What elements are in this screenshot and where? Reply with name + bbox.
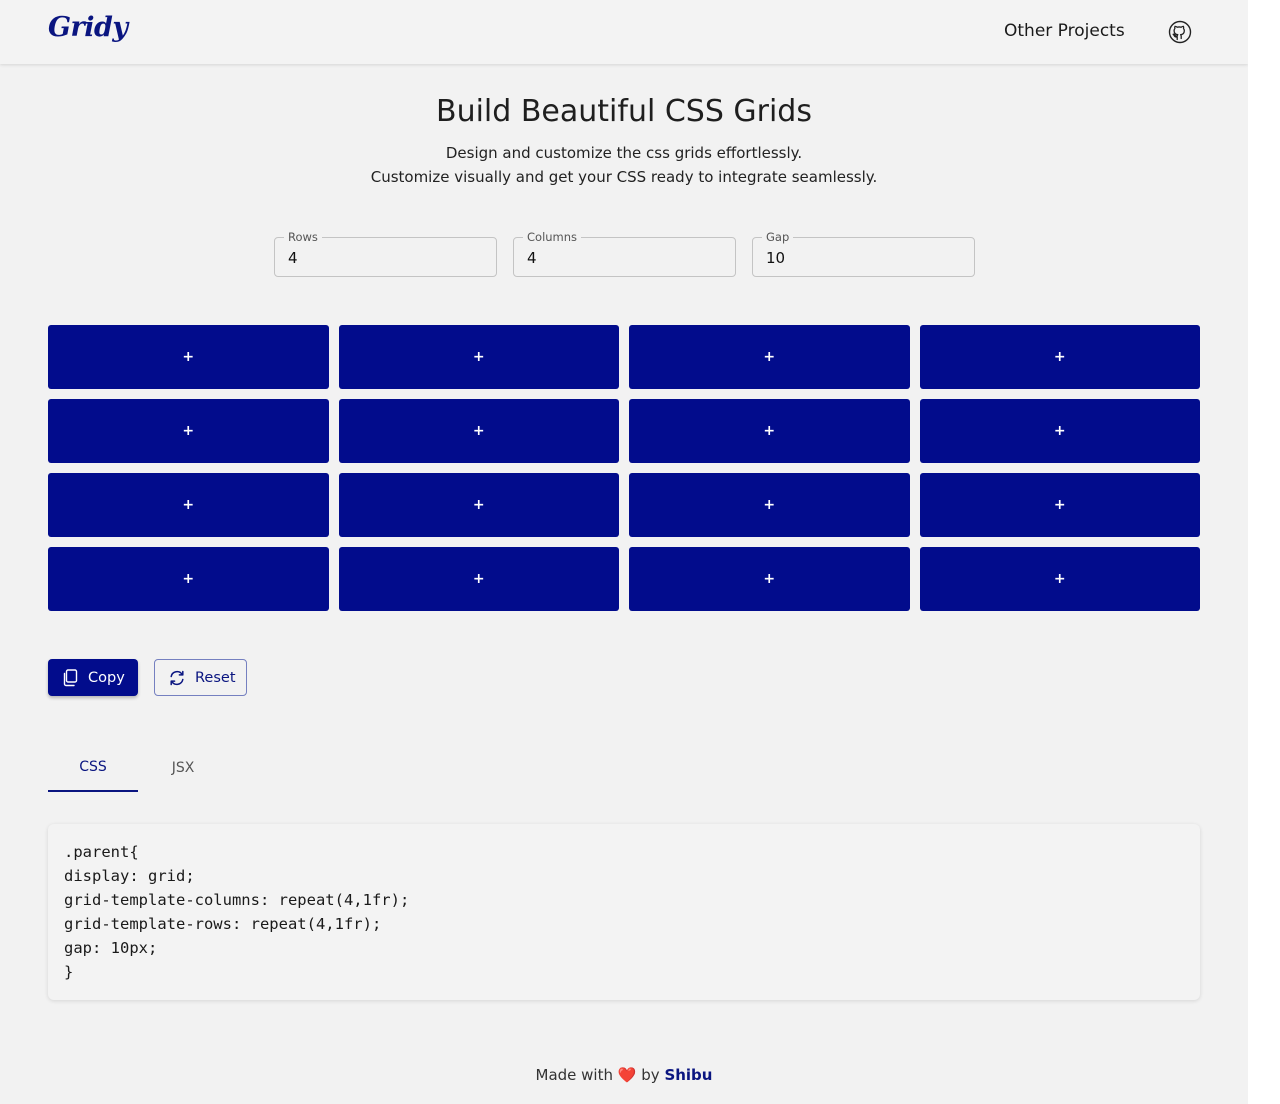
scrollbar-track[interactable] <box>1248 0 1280 1104</box>
grid-preview: + + + + + + + + + + + + + + + + <box>48 325 1200 611</box>
rows-label: Rows <box>284 230 322 244</box>
gap-field: Gap <box>752 230 975 277</box>
code-line: grid-template-rows: repeat(4,1fr); <box>64 915 382 933</box>
code-line: .parent{ <box>64 843 139 861</box>
grid-cell[interactable]: + <box>629 325 910 389</box>
page-subtitle-line-2: Customize visually and get your CSS read… <box>370 168 878 186</box>
page: Gridy Other Projects Build Beautiful CSS… <box>0 0 1248 1104</box>
rows-input[interactable] <box>288 247 478 269</box>
reset-button-label: Reset <box>195 669 236 686</box>
rows-field: Rows <box>274 230 497 277</box>
grid-cell[interactable]: + <box>919 547 1200 611</box>
grid-cell[interactable]: + <box>919 325 1200 389</box>
page-title: Build Beautiful CSS Grids <box>436 94 812 129</box>
copy-button-label: Copy <box>88 669 125 686</box>
tab-jsx[interactable]: JSX <box>138 744 228 792</box>
grid-cell[interactable]: + <box>629 547 910 611</box>
github-button[interactable] <box>1166 18 1194 46</box>
page-subtitle-line-1: Design and customize the css grids effor… <box>445 144 803 162</box>
heart-icon: ❤️ <box>617 1066 637 1084</box>
columns-label: Columns <box>523 230 582 244</box>
footer-by: by <box>641 1066 660 1084</box>
other-projects-link[interactable]: Other Projects <box>1004 21 1125 41</box>
app-header: Gridy Other Projects <box>0 0 1248 64</box>
grid-cell[interactable]: + <box>48 547 329 611</box>
grid-cell[interactable]: + <box>338 473 619 537</box>
reset-button[interactable]: Reset <box>154 659 247 696</box>
code-output[interactable]: .parent{ display: grid; grid-template-co… <box>48 824 1200 1000</box>
grid-cell[interactable]: + <box>338 325 619 389</box>
github-icon <box>1168 20 1192 44</box>
grid-cell[interactable]: + <box>48 325 329 389</box>
gap-label: Gap <box>762 230 794 244</box>
grid-cell[interactable]: + <box>48 399 329 463</box>
grid-cell[interactable]: + <box>919 399 1200 463</box>
author-link[interactable]: Shibu <box>664 1066 712 1084</box>
code-line: display: grid; <box>64 867 195 885</box>
grid-cell[interactable]: + <box>48 473 329 537</box>
columns-input[interactable] <box>527 247 717 269</box>
grid-cell[interactable]: + <box>629 399 910 463</box>
footer-prefix: Made with <box>535 1066 613 1084</box>
grid-cell[interactable]: + <box>338 547 619 611</box>
gap-input[interactable] <box>766 247 956 269</box>
grid-cell[interactable]: + <box>338 399 619 463</box>
footer: Made with ❤️ by Shibu <box>0 1066 1248 1084</box>
columns-field: Columns <box>513 230 736 277</box>
copy-button[interactable]: Copy <box>48 659 138 696</box>
code-line: grid-template-columns: repeat(4,1fr); <box>64 891 410 909</box>
copy-icon <box>61 668 79 687</box>
code-line: gap: 10px; <box>64 939 158 957</box>
grid-cell[interactable]: + <box>629 473 910 537</box>
code-line: } <box>64 963 74 981</box>
logo[interactable]: Gridy <box>48 12 128 43</box>
refresh-icon <box>168 669 186 687</box>
grid-cell[interactable]: + <box>919 473 1200 537</box>
tab-css[interactable]: CSS <box>48 744 138 792</box>
